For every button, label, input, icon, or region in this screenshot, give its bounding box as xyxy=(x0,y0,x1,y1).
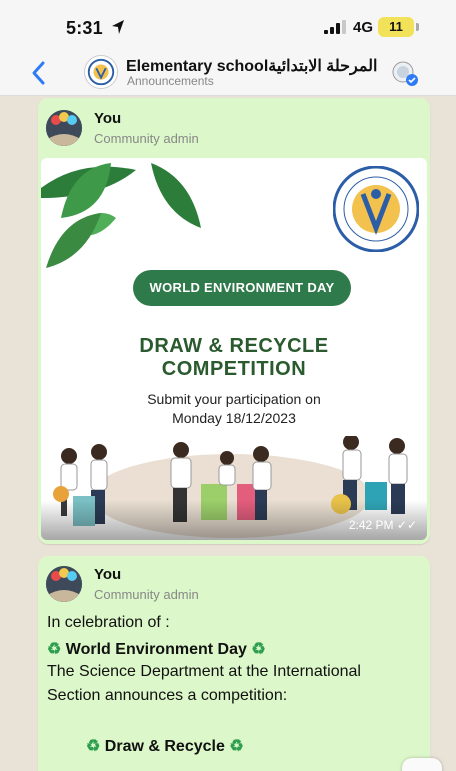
message-time: 2:42 PM ✓✓ xyxy=(349,518,417,532)
school-logo xyxy=(333,166,419,252)
sender-name: You xyxy=(94,566,122,583)
battery-cap xyxy=(416,23,419,31)
sender-name: You xyxy=(94,110,122,127)
poster-date: Monday 18/12/2023 xyxy=(172,410,296,426)
message-bubble[interactable]: You Community admin WORLD ENVIRONMENT DA… xyxy=(38,98,430,544)
poster-title-line-2: COMPETITION xyxy=(161,358,307,380)
avatar[interactable] xyxy=(46,566,82,602)
message-line: The Science Department at the Internatio… xyxy=(47,663,361,680)
message-line: Section announces a competition: xyxy=(47,687,288,704)
group-avatar[interactable] xyxy=(84,55,118,89)
leaves-illustration xyxy=(41,163,201,268)
recycle-icon: ♻ xyxy=(86,738,101,755)
recycle-icon: ♻ xyxy=(47,641,62,658)
community-info-icon[interactable] xyxy=(390,60,420,88)
poster-image[interactable]: WORLD ENVIRONMENT DAY DRAW & RECYCLE COM… xyxy=(41,158,427,540)
message-bubble[interactable]: You Community admin In celebration of : … xyxy=(38,556,430,771)
sender-role: Community admin xyxy=(94,131,199,146)
read-receipt-icon: ✓✓ xyxy=(396,518,417,532)
network-label: 4G xyxy=(353,19,374,36)
poster-banner: WORLD ENVIRONMENT DAY xyxy=(133,270,351,306)
status-bar: 5:31 4G 11 xyxy=(0,0,456,52)
message-line-bold: ♻ World Environment Day ♻ xyxy=(47,639,266,659)
signal-icon xyxy=(324,20,346,34)
message-bold-text: Draw & Recycle xyxy=(104,738,225,755)
chat-area[interactable]: You Community admin WORLD ENVIRONMENT DA… xyxy=(0,96,456,771)
sender-role: Community admin xyxy=(94,587,199,602)
group-title[interactable]: Elementary schoolالمرحلة الابتدائية xyxy=(126,56,377,76)
battery-level: 11 xyxy=(378,17,414,37)
message-bold-text: World Environment Day xyxy=(65,641,247,658)
message-line: In celebration of : xyxy=(47,614,170,631)
recycle-icon: ♻ xyxy=(229,738,244,755)
group-subtitle: Announcements xyxy=(127,74,214,88)
recycle-icon: ♻ xyxy=(251,641,266,658)
message-line-bold: ♻ Draw & Recycle ♻ xyxy=(86,736,244,756)
poster-title: DRAW & RECYCLE xyxy=(139,335,329,357)
location-arrow-icon xyxy=(112,20,124,34)
status-time: 5:31 xyxy=(66,18,103,38)
poster-subtitle: Submit your participation on xyxy=(147,391,321,407)
chat-header: Elementary schoolالمرحلة الابتدائية Anno… xyxy=(0,52,456,96)
chevron-left-icon[interactable] xyxy=(30,60,46,86)
message-time-text: 2:42 PM xyxy=(348,518,394,532)
avatar[interactable] xyxy=(46,110,82,146)
scroll-down-button[interactable] xyxy=(402,758,442,771)
